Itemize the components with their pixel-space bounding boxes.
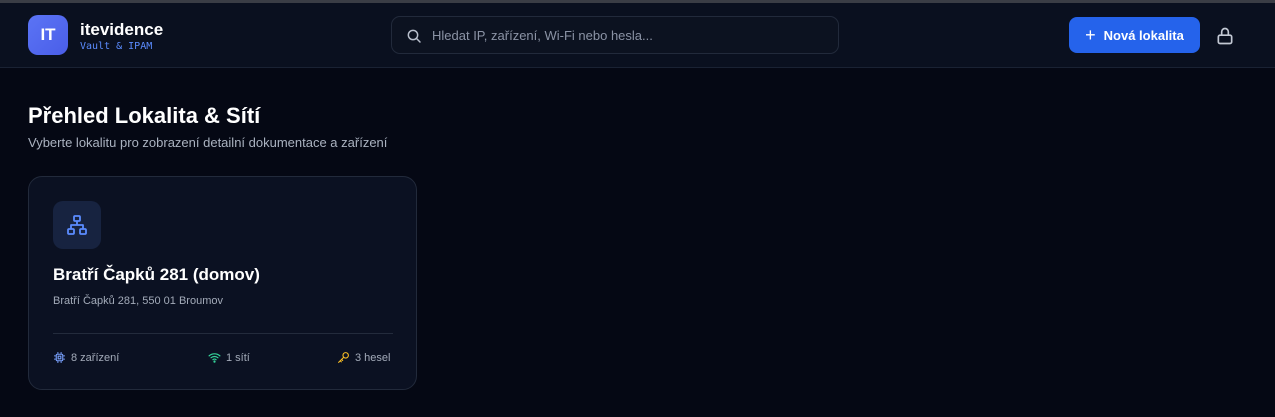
brand-subtitle: Vault & IPAM <box>80 41 153 52</box>
lock-icon[interactable] <box>1215 26 1235 46</box>
search-box[interactable] <box>391 16 839 54</box>
chip-icon <box>54 352 65 363</box>
search-icon <box>407 29 421 43</box>
location-card[interactable]: Bratří Čapků 281 (domov) Bratří Čapků 28… <box>28 176 417 390</box>
new-location-label: Nová lokalita <box>1103 27 1184 43</box>
location-icon-box <box>53 201 101 249</box>
search-input[interactable] <box>432 17 832 53</box>
network-icon <box>67 215 87 235</box>
app-logo[interactable]: IT <box>28 15 68 55</box>
stat-devices-label: 8 zařízení <box>71 351 120 364</box>
stat-networks-label: 1 sítí <box>226 351 250 364</box>
page-subtitle: Vyberte lokalitu pro zobrazení detailní … <box>28 135 388 150</box>
brand-name: itevidence <box>80 20 164 39</box>
stat-devices: 8 zařízení <box>53 351 119 364</box>
app-header: IT itevidence Vault & IPAM + Nová lokali… <box>0 3 1275 68</box>
location-name: Bratří Čapků 281 (domov) <box>53 265 260 284</box>
page-title: Přehled Lokalita & Sítí <box>28 103 261 128</box>
stat-passwords: 3 hesel <box>337 351 390 364</box>
card-divider <box>53 333 393 334</box>
location-address: Bratří Čapků 281, 550 01 Broumov <box>53 295 223 307</box>
wifi-icon <box>208 353 221 363</box>
new-location-button[interactable]: + Nová lokalita <box>1069 17 1200 53</box>
stat-passwords-label: 3 hesel <box>355 351 391 364</box>
key-icon <box>338 352 349 363</box>
plus-icon: + <box>1085 25 1096 45</box>
stat-networks: 1 sítí <box>208 351 250 364</box>
